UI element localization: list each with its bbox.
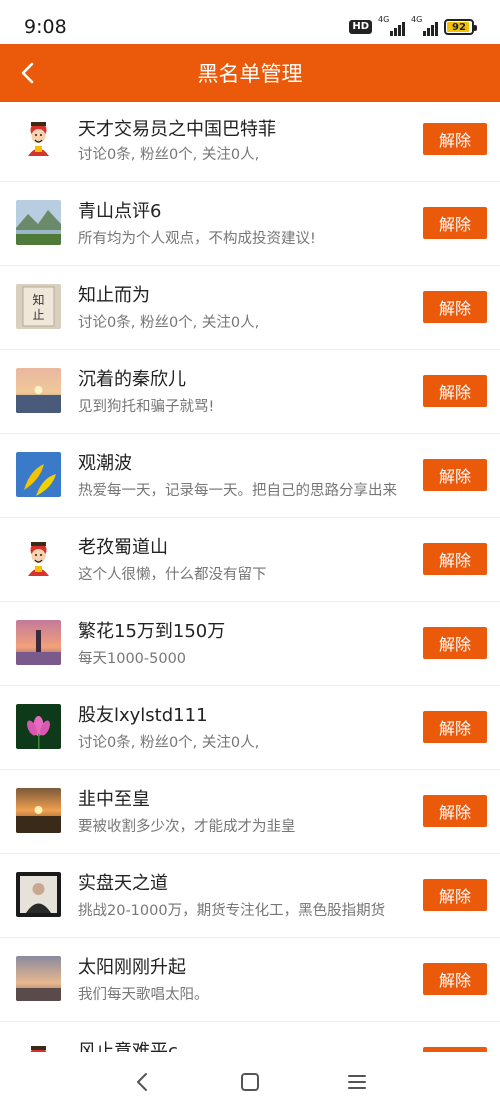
unblock-button[interactable]: 解除 <box>423 459 487 491</box>
user-name: 天才交易员之中国巴特菲 <box>78 119 276 140</box>
nav-back-button[interactable] <box>122 1066 162 1098</box>
menu-lines-icon <box>348 1075 366 1089</box>
back-triangle-icon <box>137 1073 147 1091</box>
page-title: 黑名单管理 <box>197 62 303 86</box>
system-nav-bar <box>0 1052 500 1111</box>
user-description: 所有均为个人观点，不构成投资建议! <box>78 231 316 247</box>
user-name: 知止而为 <box>78 285 150 306</box>
svg-text:止: 止 <box>32 308 44 322</box>
user-avatar[interactable] <box>16 620 61 665</box>
user-avatar[interactable] <box>16 788 61 833</box>
status-time: 9:08 <box>24 16 67 38</box>
blacklist-row[interactable]: 韭中至皇要被收割多少次，才能成才为韭皇 解除 <box>0 770 500 854</box>
user-avatar[interactable] <box>16 536 61 581</box>
user-name: 观潮波 <box>78 453 132 474</box>
unblock-button[interactable]: 解除 <box>423 795 487 827</box>
unblock-button[interactable]: 解除 <box>423 963 487 995</box>
user-name: 韭中至皇 <box>78 789 150 810</box>
user-name: 青山点评6 <box>78 201 162 222</box>
user-name: 繁花15万到150万 <box>78 621 226 642</box>
user-name: 老孜蜀道山 <box>78 537 168 558</box>
nav-menu-button[interactable] <box>337 1066 377 1098</box>
user-avatar[interactable] <box>16 200 61 245</box>
user-avatar[interactable] <box>16 704 61 749</box>
user-description: 讨论0条, 粉丝0个, 关注0人, <box>78 315 260 331</box>
blacklist-row[interactable]: 老孜蜀道山这个人很懒，什么都没有留下 解除 <box>0 518 500 602</box>
user-description: 我们每天歌唱太阳。 <box>78 987 209 1003</box>
user-avatar[interactable] <box>16 116 61 161</box>
user-name: 股友lxylstd111 <box>78 705 208 726</box>
user-description: 见到狗托和骗子就骂! <box>78 399 215 415</box>
user-name: 风止意难平c <box>78 1041 178 1052</box>
user-description: 要被收割多少次，才能成才为韭皇 <box>78 819 296 835</box>
user-name: 沉着的秦欣儿 <box>78 369 186 390</box>
blacklist-row[interactable]: 观潮波热爱每一天，记录每一天。把自己的思路分享出来 解除 <box>0 434 500 518</box>
unblock-button[interactable]: 解除 <box>423 627 487 659</box>
user-description: 讨论0条, 粉丝0个, 关注0人, <box>78 147 260 163</box>
blacklist-row[interactable]: 沉着的秦欣儿见到狗托和骗子就骂! 解除 <box>0 350 500 434</box>
battery-icon: 92 <box>444 19 477 35</box>
blacklist-row[interactable]: 风止意难平c解除 <box>0 1022 500 1052</box>
nav-home-button[interactable] <box>230 1066 270 1098</box>
unblock-button[interactable]: 解除 <box>423 375 487 407</box>
svg-text:知: 知 <box>32 293 44 307</box>
user-description: 挑战20-1000万，期货专注化工，黑色股指期货 <box>78 903 386 919</box>
network-label: 4G <box>411 15 423 24</box>
user-description: 热爱每一天，记录每一天。把自己的思路分享出来 <box>78 483 397 499</box>
blacklist-row[interactable]: 繁花15万到150万每天1000-5000 解除 <box>0 602 500 686</box>
user-name: 太阳刚刚升起 <box>78 957 186 978</box>
hd-badge: HD <box>349 20 372 34</box>
blacklist-row[interactable]: 青山点评6 所有均为个人观点，不构成投资建议! 解除 <box>0 182 500 266</box>
unblock-button[interactable]: 解除 <box>423 123 487 155</box>
blacklist-row[interactable]: 天才交易员之中国巴特菲讨论0条, 粉丝0个, 关注0人, 解除 <box>0 102 500 182</box>
user-avatar[interactable] <box>16 368 61 413</box>
signal-icon: 4G <box>378 15 405 36</box>
unblock-button[interactable]: 解除 <box>423 711 487 743</box>
user-description: 这个人很懒，什么都没有留下 <box>78 567 267 583</box>
blacklist-row[interactable]: 太阳刚刚升起我们每天歌唱太阳。 解除 <box>0 938 500 1022</box>
user-avatar[interactable] <box>16 872 61 917</box>
blacklist-row[interactable]: 知止知止而为 讨论0条, 粉丝0个, 关注0人, 解除 <box>0 266 500 350</box>
user-description: 讨论0条, 粉丝0个, 关注0人, <box>78 735 260 751</box>
blacklist-row[interactable]: 股友lxylstd111 讨论0条, 粉丝0个, 关注0人, 解除 <box>0 686 500 770</box>
battery-percent: 92 <box>452 21 466 33</box>
status-icons: HD 4G 4G 92 <box>349 15 477 36</box>
blacklist-row[interactable]: 实盘天之道挑战20-1000万，期货专注化工，黑色股指期货 解除 <box>0 854 500 938</box>
unblock-button[interactable]: 解除 <box>423 291 487 323</box>
unblock-button[interactable]: 解除 <box>423 543 487 575</box>
user-description: 每天1000-5000 <box>78 651 187 667</box>
network-label: 4G <box>378 15 390 24</box>
status-bar: 9:08 HD 4G 4G 92 <box>0 0 500 44</box>
unblock-button[interactable]: 解除 <box>423 207 487 239</box>
app-header: 黑名单管理 <box>0 44 500 102</box>
unblock-button[interactable]: 解除 <box>423 879 487 911</box>
user-avatar[interactable]: 知止 <box>16 284 61 329</box>
signal-icon: 4G <box>411 15 438 36</box>
blacklist-list[interactable]: 天才交易员之中国巴特菲 讨论0条, 粉丝0个, 关注0人, 解除 青山点评6 所有均为个… <box>0 102 500 1052</box>
user-avatar[interactable] <box>16 1040 61 1052</box>
user-avatar[interactable] <box>16 452 61 497</box>
home-square-icon <box>241 1073 259 1091</box>
user-avatar[interactable] <box>16 956 61 1001</box>
user-name: 实盘天之道 <box>78 873 168 894</box>
